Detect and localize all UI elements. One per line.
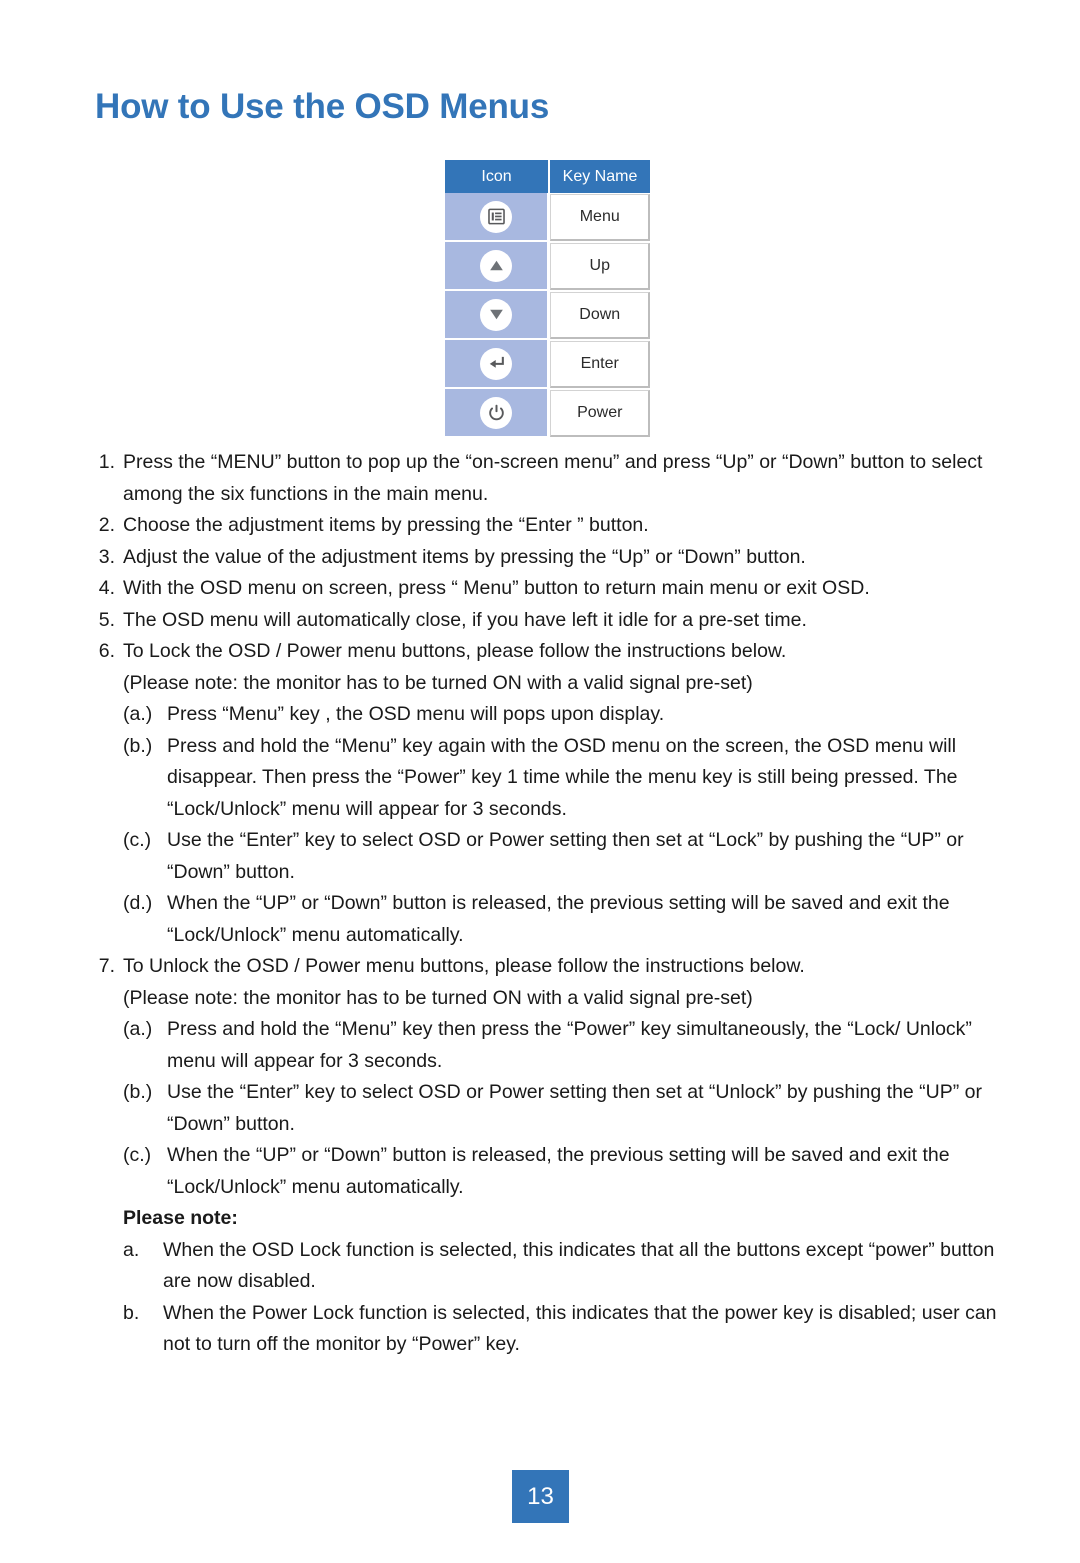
- list-text: The OSD menu will automatically close, i…: [123, 608, 807, 631]
- list-marker: 6.: [98, 640, 115, 662]
- list-item: a. When the OSD Lock function is selecte…: [95, 1235, 1000, 1298]
- list-marker: (a.): [123, 1018, 153, 1040]
- list-marker: (d.): [123, 892, 153, 914]
- lock-precondition-note: (Please note: the monitor has to be turn…: [123, 671, 753, 694]
- key-name-cell: Enter: [550, 341, 650, 388]
- column-header-icon: Icon: [445, 160, 548, 193]
- list-text: When the “UP” or “Down” button is releas…: [167, 892, 950, 946]
- icon-cell: [445, 242, 548, 289]
- page-title: How to Use the OSD Menus: [95, 87, 550, 126]
- list-item: (b.) Press and hold the “Menu” key again…: [95, 731, 1000, 826]
- menu-list-icon: [480, 200, 513, 233]
- triangle-up-icon: [480, 249, 513, 282]
- please-note-heading: Please note:: [123, 1207, 238, 1229]
- list-marker: 4.: [98, 577, 115, 599]
- list-marker: (c.): [123, 829, 152, 851]
- column-header-key-name: Key Name: [548, 160, 650, 193]
- list-marker: (b.): [123, 734, 153, 757]
- unlock-precondition-note: (Please note: the monitor has to be turn…: [123, 986, 753, 1009]
- list-item: (b.) Use the “Enter” key to select OSD o…: [95, 1077, 1000, 1140]
- list-item: (c.) Use the “Enter” key to select OSD o…: [95, 825, 1000, 888]
- list-marker: 3.: [98, 545, 115, 568]
- list-marker: (b.): [123, 1081, 153, 1103]
- table-row: Up: [445, 242, 650, 291]
- list-text: Choose the adjustment items by pressing …: [123, 514, 649, 536]
- list-text: Press and hold the “Menu” key again with…: [167, 734, 958, 820]
- list-text: Adjust the value of the adjustment items…: [123, 545, 806, 568]
- list-text: When the “UP” or “Down” button is releas…: [167, 1144, 950, 1198]
- enter-return-arrow-icon: [480, 347, 513, 380]
- page-number-badge: 13: [512, 1470, 569, 1523]
- instructions-body: 1. Press the “MENU” button to pop up the…: [95, 447, 1000, 1361]
- icon-cell: [445, 291, 548, 338]
- icon-cell: [445, 193, 548, 240]
- list-text: When the OSD Lock function is selected, …: [163, 1238, 995, 1293]
- list-text: When the Power Lock function is selected…: [163, 1301, 997, 1356]
- table-row: Enter: [445, 340, 650, 389]
- list-item: 1. Press the “MENU” button to pop up the…: [95, 447, 1000, 510]
- list-item: (c.) When the “UP” or “Down” button is r…: [95, 1140, 1000, 1203]
- key-name-cell: Up: [550, 243, 650, 290]
- list-text: To Unlock the OSD / Power menu buttons, …: [123, 955, 805, 977]
- list-text: With the OSD menu on screen, press “ Men…: [123, 577, 870, 599]
- table-row: Power: [445, 389, 650, 438]
- key-name-cell: Power: [550, 390, 650, 437]
- list-item: 4. With the OSD menu on screen, press “ …: [95, 573, 1000, 605]
- table-row: Menu: [445, 193, 650, 242]
- list-item: 3. Adjust the value of the adjustment it…: [95, 542, 1000, 574]
- list-item: b. When the Power Lock function is selec…: [95, 1298, 1000, 1361]
- list-item: (a.) Press and hold the “Menu” key then …: [95, 1014, 1000, 1077]
- list-marker: 1.: [98, 451, 115, 473]
- list-item: (a.) Press “Menu” key , the OSD menu wil…: [95, 699, 1000, 731]
- list-marker: b.: [123, 1301, 140, 1324]
- list-item: (d.) When the “UP” or “Down” button is r…: [95, 888, 1000, 951]
- list-text: Use the “Enter” key to select OSD or Pow…: [167, 1081, 983, 1135]
- list-text: To Lock the OSD / Power menu buttons, pl…: [123, 640, 787, 662]
- list-marker: a.: [123, 1238, 140, 1261]
- table-row: Down: [445, 291, 650, 340]
- power-icon: [480, 396, 513, 429]
- icon-cell: [445, 389, 548, 436]
- triangle-down-icon: [480, 298, 513, 331]
- list-marker: 2.: [98, 514, 115, 536]
- list-marker: 5.: [98, 608, 115, 631]
- list-item: 7. To Unlock the OSD / Power menu button…: [95, 951, 1000, 983]
- list-text: Press the “MENU” button to pop up the “o…: [123, 451, 983, 505]
- list-item: 2. Choose the adjustment items by pressi…: [95, 510, 1000, 542]
- osd-key-table: Icon Key Name Menu Up Down Enter Power: [445, 160, 650, 438]
- list-item: 5. The OSD menu will automatically close…: [95, 605, 1000, 637]
- list-marker: (a.): [123, 703, 153, 725]
- icon-cell: [445, 340, 548, 387]
- list-text: Press “Menu” key , the OSD menu will pop…: [167, 703, 665, 725]
- list-marker: 7.: [98, 955, 115, 977]
- list-item: 6. To Lock the OSD / Power menu buttons,…: [95, 636, 1000, 668]
- list-text: Use the “Enter” key to select OSD or Pow…: [167, 829, 964, 883]
- key-name-cell: Menu: [550, 194, 650, 241]
- list-text: Press and hold the “Menu” key then press…: [167, 1018, 972, 1072]
- list-marker: (c.): [123, 1144, 152, 1166]
- table-header-row: Icon Key Name: [445, 160, 650, 193]
- key-name-cell: Down: [550, 292, 650, 339]
